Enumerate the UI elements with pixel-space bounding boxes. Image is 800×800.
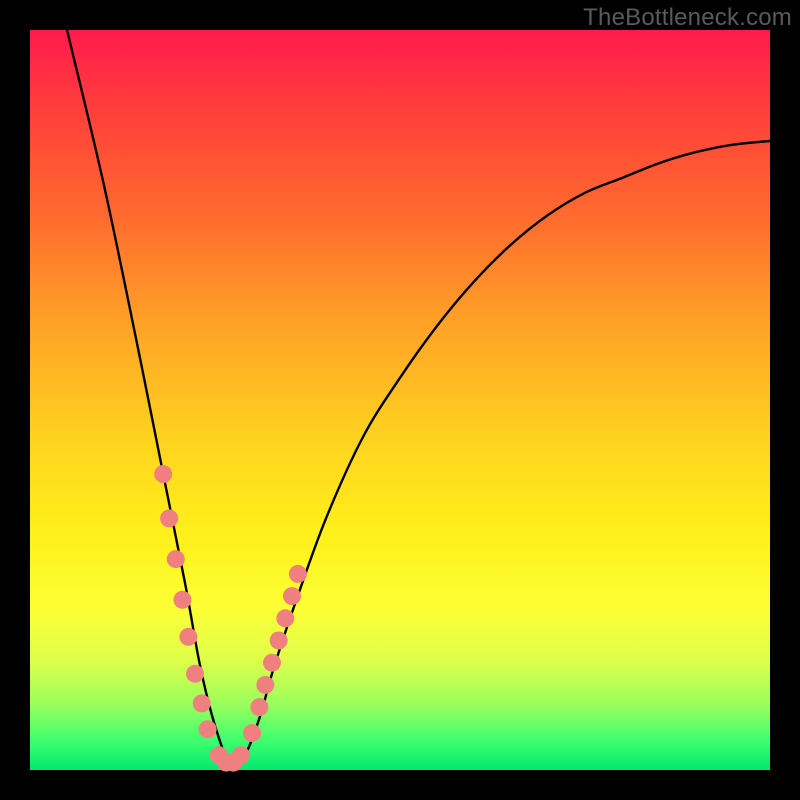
bottleneck-curve xyxy=(67,30,770,765)
marker-dot xyxy=(243,724,261,742)
marker-dot xyxy=(263,654,281,672)
marker-dot xyxy=(179,628,197,646)
marker-dot xyxy=(270,632,288,650)
marker-dot xyxy=(283,587,301,605)
marker-dot xyxy=(250,698,268,716)
marker-dot xyxy=(199,720,217,738)
marker-dot xyxy=(289,565,307,583)
chart-frame: TheBottleneck.com xyxy=(0,0,800,800)
marker-dot xyxy=(160,509,178,527)
watermark-text: TheBottleneck.com xyxy=(583,4,792,32)
marker-dot xyxy=(232,746,250,764)
marker-dot xyxy=(256,676,274,694)
plot-area xyxy=(30,30,770,770)
marker-dot xyxy=(154,465,172,483)
marker-dot xyxy=(186,665,204,683)
marker-dot xyxy=(276,609,294,627)
marker-dot xyxy=(193,694,211,712)
marker-dot xyxy=(167,550,185,568)
chart-svg xyxy=(30,30,770,770)
marker-dot xyxy=(173,591,191,609)
highlight-dots xyxy=(154,465,307,772)
